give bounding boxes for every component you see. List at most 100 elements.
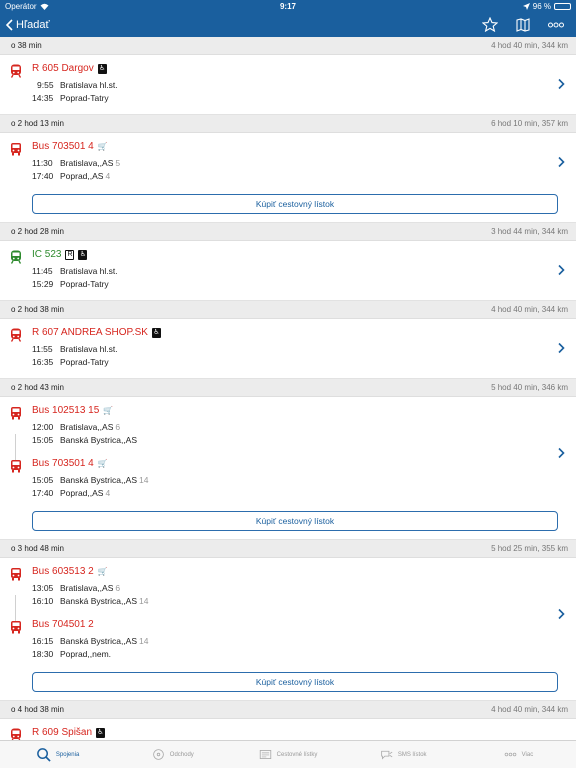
- connection-card[interactable]: IC 523 R ♿ 11:45 Bratislava hl.st. 15:29 Popra…: [0, 241, 576, 301]
- stop-time: 18:30: [32, 649, 54, 659]
- more-icon: [504, 752, 516, 757]
- connection-leg: Bus 703501 4 🛒 11:30 Bratislava,,AS 5 17:40 Po…: [0, 140, 576, 184]
- stop-time: 11:45: [32, 266, 53, 276]
- cart-icon: 🛒: [97, 459, 108, 468]
- line-name: Bus 102513 15: [32, 405, 100, 416]
- bus-icon: [11, 407, 21, 420]
- connection-header: o 2 hod 13 min 6 hod 10 min, 357 km: [0, 115, 576, 133]
- chevron-right-icon: [558, 447, 565, 458]
- stop-row: 15:05 Banská Bystrica,,AS: [32, 434, 576, 447]
- departure-in: o 2 hod 43 min: [11, 383, 64, 392]
- chevron-right-icon: [558, 608, 565, 619]
- departure-in: o 4 hod 38 min: [11, 705, 64, 714]
- stop-row: 11:45 Bratislava hl.st.: [32, 265, 576, 278]
- platform-number: 4: [105, 171, 111, 181]
- stop-station: Poprad,,nem.: [60, 649, 112, 659]
- status-bar: Operátor 9:17 96 %: [0, 0, 576, 12]
- stop-row: 17:40 Poprad,,AS 4: [32, 170, 576, 183]
- cart-icon: 🛒: [97, 142, 108, 151]
- favorite-star-button[interactable]: [482, 17, 498, 32]
- stop-time: 16:10: [32, 596, 54, 606]
- platform-number: 6: [115, 422, 121, 432]
- bus-icon: [11, 568, 21, 581]
- train-icon: [10, 250, 22, 264]
- platform-number: 14: [139, 475, 149, 485]
- connection-leg: R 607 ANDREA SHOP.SK ♿ 11:55 Bratislava hl.…: [0, 326, 576, 370]
- stop-station: Banská Bystrica,,AS: [60, 435, 138, 445]
- connection-card[interactable]: Bus 102513 15 🛒 12:00 Bratislava,,AS 6 15:05 B…: [0, 397, 576, 540]
- buy-ticket-button[interactable]: Kúpiť cestovný lístok: [32, 672, 558, 692]
- departure-in: o 2 hod 13 min: [11, 119, 64, 128]
- line-name: Bus 703501 4: [32, 141, 94, 152]
- duration-distance: 4 hod 40 min, 344 km: [491, 305, 568, 314]
- stop-time: 17:40: [32, 488, 54, 498]
- back-button[interactable]: Hľadať: [6, 19, 50, 31]
- stop-row: 15:29 Poprad-Tatry: [32, 278, 576, 291]
- location-icon: [522, 2, 530, 10]
- stop-row: 13:05 Bratislava,,AS 6: [32, 582, 576, 595]
- connection-header: o 2 hod 43 min 5 hod 40 min, 346 km: [0, 379, 576, 397]
- wheelchair-icon: ♿: [96, 728, 106, 738]
- tab-label: Odchody: [169, 751, 194, 758]
- battery-icon: [554, 2, 571, 10]
- line-name: IC 523: [32, 249, 62, 260]
- stop-time: 11:55: [32, 344, 53, 354]
- connection-leg: IC 523 R ♿ 11:45 Bratislava hl.st. 15:29 Popra…: [0, 248, 576, 292]
- stop-station: Bratislava hl.st.: [60, 344, 118, 354]
- more-options-button[interactable]: [548, 22, 564, 28]
- stop-time: 16:15: [32, 636, 54, 646]
- bus-icon: [11, 460, 21, 473]
- buy-ticket-button[interactable]: Kúpiť cestovný lístok: [32, 511, 558, 531]
- tab-odchody[interactable]: Odchody: [115, 741, 230, 768]
- battery-percent: 96 %: [532, 1, 551, 11]
- platform-number: 6: [115, 583, 121, 593]
- bus-icon: [11, 621, 21, 634]
- tab-cestovné-lístky[interactable]: Cestovné lístky: [230, 741, 345, 768]
- stop-row: 11:55 Bratislava hl.st.: [32, 343, 576, 356]
- bus-icon: [11, 143, 21, 156]
- chevron-right-icon: [558, 156, 565, 168]
- stop-station: Bratislava,,AS: [60, 158, 114, 168]
- stop-row: 12:00 Bratislava,,AS 6: [32, 421, 576, 434]
- cart-icon: 🛒: [103, 406, 114, 415]
- line-name-row: R 609 Spišan ♿: [32, 726, 576, 740]
- back-label: Hľadať: [16, 18, 50, 31]
- connection-card[interactable]: R 605 Dargov ♿ 9:55 Bratislava hl.st. 14:35 P…: [0, 55, 576, 115]
- tab-label: Viac: [521, 751, 534, 758]
- stop-time: 11:30: [32, 158, 53, 168]
- platform-number: 5: [115, 158, 121, 168]
- train-icon: [11, 728, 21, 740]
- line-name-row: Bus 603513 2 🛒: [32, 565, 576, 579]
- navigation-bar: Hľadať: [0, 12, 576, 37]
- connection-header: o 3 hod 48 min 5 hod 25 min, 355 km: [0, 540, 576, 558]
- stop-time: 16:35: [32, 357, 54, 367]
- stop-row: 14:35 Poprad-Tatry: [32, 92, 576, 105]
- stop-row: 16:35 Poprad-Tatry: [32, 356, 576, 369]
- tab-spojenia[interactable]: Spojenia: [0, 741, 115, 768]
- connection-card[interactable]: Bus 703501 4 🛒 11:30 Bratislava,,AS 5 17:40 Po…: [0, 133, 576, 223]
- map-button[interactable]: [516, 17, 530, 32]
- connection-card[interactable]: R 607 ANDREA SHOP.SK ♿ 11:55 Bratislava hl.…: [0, 319, 576, 379]
- platform-number: 4: [105, 488, 111, 498]
- train-icon: [10, 328, 22, 342]
- line-name-row: R 605 Dargov ♿: [32, 62, 576, 76]
- connection-leg: Bus 703501 4 🛒 15:05 Banská Bystrica,,AS 14 1…: [0, 457, 576, 501]
- connections-list[interactable]: o 38 min 4 hod 40 min, 344 km R 605 Dargov…: [0, 37, 576, 740]
- connection-card[interactable]: Bus 603513 2 🛒 13:05 Bratislava,,AS 6 16:10 Ba…: [0, 558, 576, 701]
- connection-leg: Bus 102513 15 🛒 12:00 Bratislava,,AS 6 15:05 B…: [0, 404, 576, 460]
- stop-row: 9:55 Bratislava hl.st.: [32, 79, 576, 92]
- more-dots-icon: [548, 22, 564, 27]
- duration-distance: 5 hod 25 min, 355 km: [491, 544, 568, 553]
- wheelchair-icon: ♿: [97, 64, 107, 74]
- buy-ticket-button[interactable]: Kúpiť cestovný lístok: [32, 194, 558, 214]
- connection-card[interactable]: R 609 Spišan♿13:55Bratislava hl.st.18:35…: [0, 719, 576, 740]
- departure-in: o 2 hod 28 min: [11, 227, 64, 236]
- tab-viac[interactable]: Viac: [461, 741, 576, 768]
- stop-station: Bratislava,,AS: [60, 583, 114, 593]
- top-bar: Operátor 9:17 96 % Hľadať: [0, 0, 576, 37]
- stop-row: 18:30 Poprad,,nem.: [32, 648, 576, 661]
- duration-distance: 5 hod 40 min, 346 km: [491, 383, 568, 392]
- tab-sms-lístok[interactable]: SMS lístok: [346, 741, 461, 768]
- chevron-right-icon: [558, 78, 565, 90]
- stop-time: 15:05: [32, 475, 54, 485]
